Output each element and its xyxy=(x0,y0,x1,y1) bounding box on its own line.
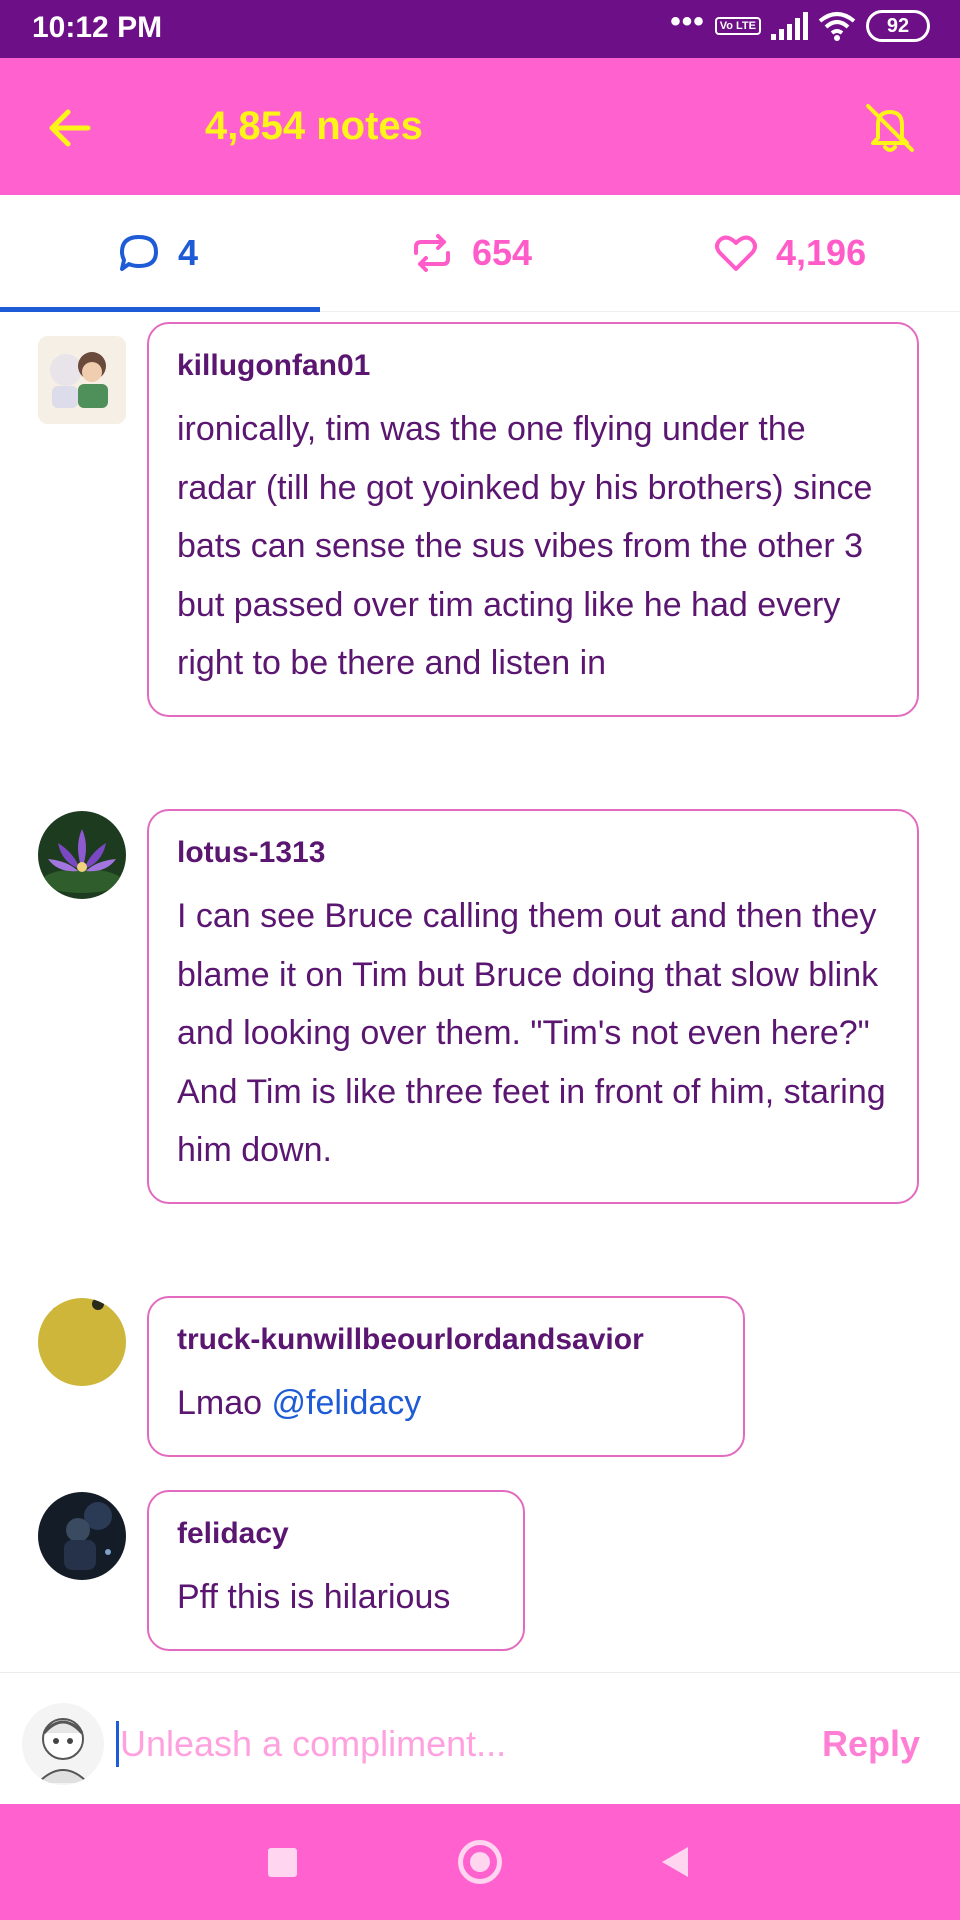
avatar xyxy=(22,1703,104,1785)
system-navigation-bar xyxy=(0,1804,960,1920)
status-icons: ••• Vo LTE 92 xyxy=(670,5,930,42)
comments-list[interactable]: killugonfan01 ironically, tim was the on… xyxy=(0,312,960,1672)
notes-header: 4,854 notes xyxy=(0,58,960,195)
wifi-icon xyxy=(818,12,856,41)
bell-off-icon xyxy=(866,104,914,152)
comment-username[interactable]: truck-kunwillbeourlordandsavior xyxy=(177,1322,715,1358)
recent-apps-icon[interactable] xyxy=(268,1848,297,1877)
user-mention-link[interactable]: @felidacy xyxy=(272,1384,422,1422)
comment-bubble: killugonfan01 ironically, tim was the on… xyxy=(147,322,919,717)
back-button[interactable] xyxy=(44,102,96,154)
reply-input[interactable] xyxy=(120,1719,780,1769)
volte-icon: Vo LTE xyxy=(714,17,761,35)
reblog-icon xyxy=(414,234,450,272)
comment-username[interactable]: lotus-1313 xyxy=(177,835,889,871)
likes-count: 4,196 xyxy=(776,232,867,273)
page-title: 4,854 notes xyxy=(205,104,423,148)
tab-likes[interactable]: 4,196 xyxy=(714,231,866,275)
home-icon[interactable] xyxy=(458,1840,502,1884)
avatar[interactable] xyxy=(38,811,126,899)
text-cursor xyxy=(116,1721,119,1767)
replies-count: 4 xyxy=(178,232,199,273)
comment-bubble: felidacy Pff this is hilarious xyxy=(147,1490,525,1651)
status-bar: 10:12 PM ••• Vo LTE 92 xyxy=(0,0,960,58)
avatar[interactable] xyxy=(38,336,126,424)
comment-username[interactable]: killugonfan01 xyxy=(177,348,889,384)
comment-text: Pff this is hilarious xyxy=(177,1578,451,1616)
more-dots-icon: ••• xyxy=(670,5,705,38)
battery-icon: 92 xyxy=(866,10,930,42)
comment-text: Lmao @felidacy xyxy=(177,1384,422,1422)
comment-text: ironically, tim was the one flying under… xyxy=(177,410,873,682)
reply-button[interactable]: Reply xyxy=(822,1723,920,1765)
reply-bar: Reply xyxy=(0,1672,960,1804)
back-triangle-icon[interactable] xyxy=(662,1847,688,1877)
arrow-left-icon xyxy=(49,109,91,147)
avatar[interactable] xyxy=(38,1492,126,1580)
comment-bubble: lotus-1313 I can see Bruce calling them … xyxy=(147,809,919,1204)
comment-text: I can see Bruce calling them out and the… xyxy=(177,897,886,1169)
status-time: 10:12 PM xyxy=(32,11,163,44)
heart-icon xyxy=(715,235,757,271)
reblogs-count: 654 xyxy=(472,232,533,273)
tab-replies[interactable]: 4 xyxy=(118,231,198,275)
mute-notifications-button[interactable] xyxy=(860,98,920,158)
comment-username[interactable]: felidacy xyxy=(177,1516,495,1552)
tab-reblogs[interactable]: 654 xyxy=(410,231,532,275)
cell-signal-icon xyxy=(771,12,808,40)
avatar[interactable] xyxy=(38,1298,126,1386)
comment-bubble: truck-kunwillbeourlordandsavior Lmao @fe… xyxy=(147,1296,745,1457)
notes-tabs: 4 654 4,196 xyxy=(0,195,960,312)
speech-bubble-icon xyxy=(120,235,158,271)
